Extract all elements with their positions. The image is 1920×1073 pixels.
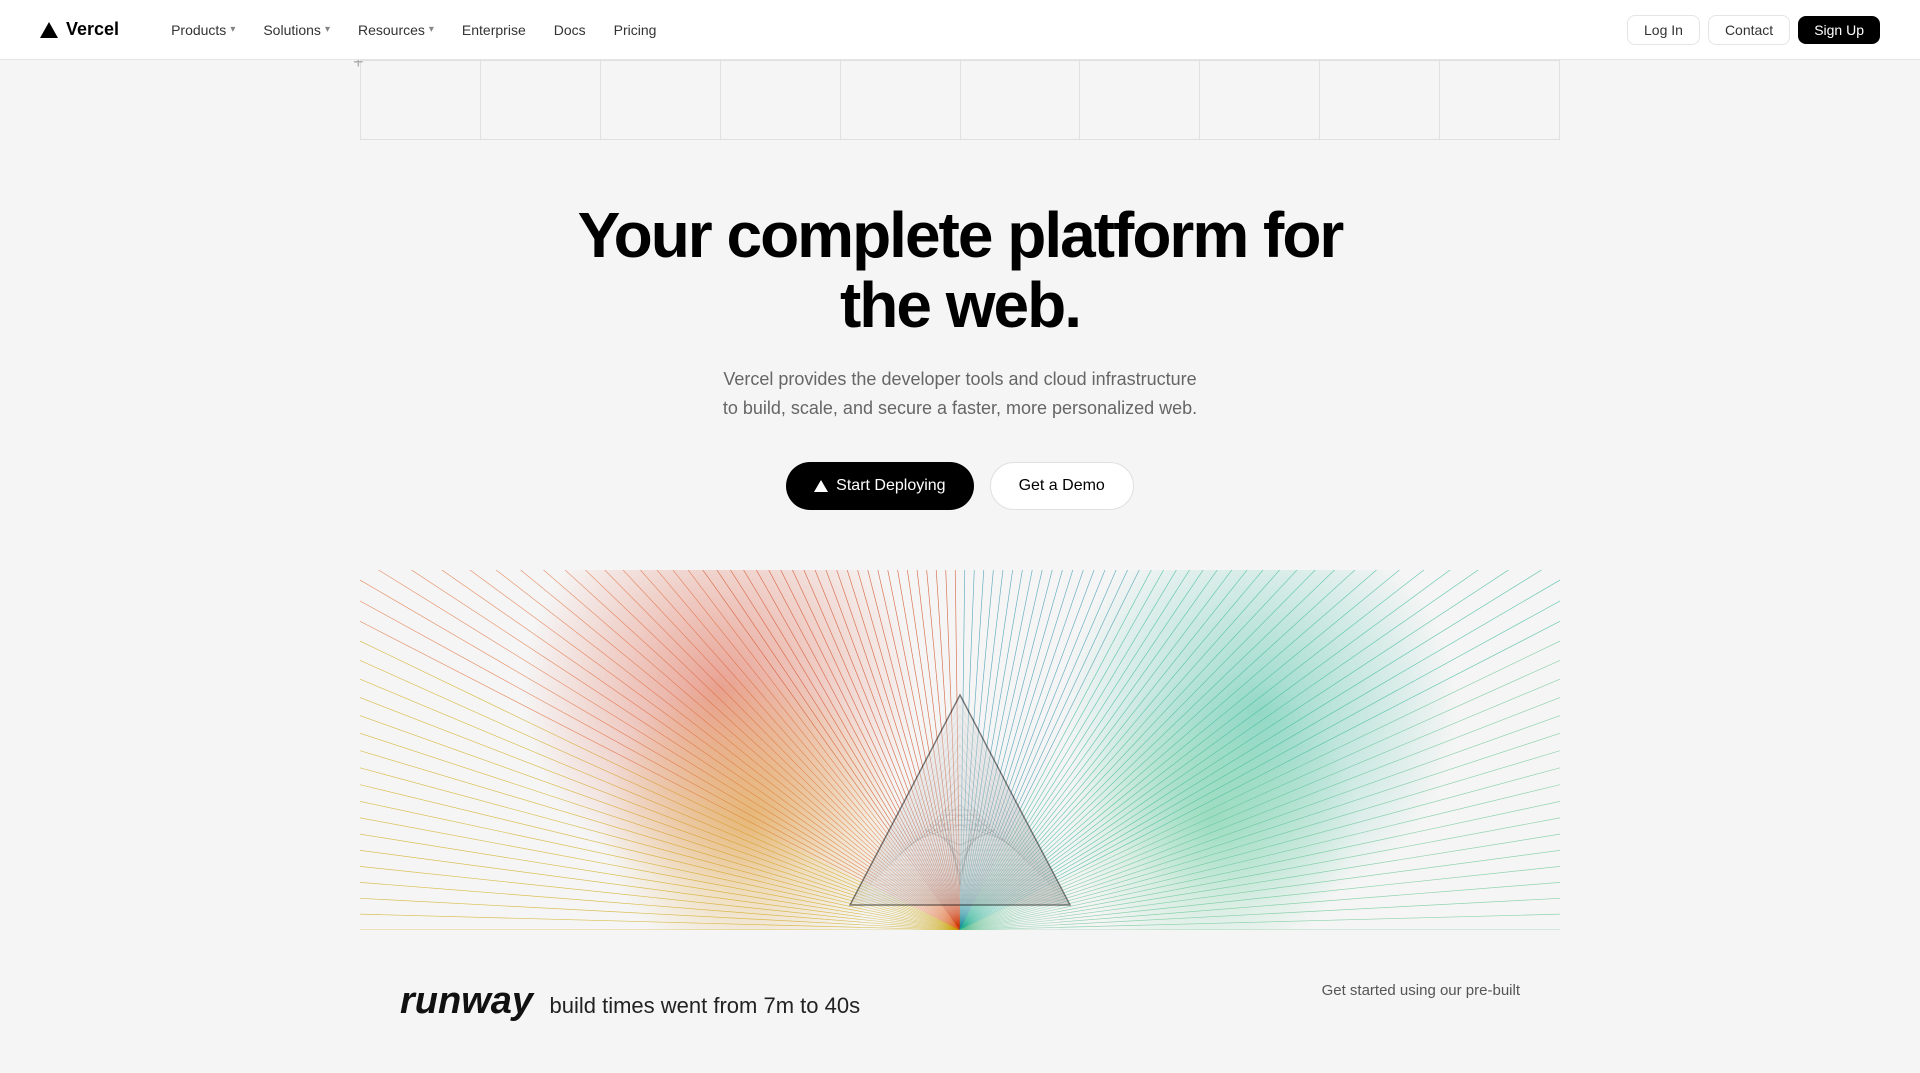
- grid-cell: [601, 61, 721, 140]
- grid-cell: [841, 61, 961, 140]
- grid-cell: [721, 61, 841, 140]
- login-button[interactable]: Log In: [1627, 15, 1700, 45]
- logo-text: Vercel: [66, 19, 119, 40]
- hero-triangle-icon: [840, 685, 1080, 930]
- chevron-down-icon: ▾: [325, 24, 330, 35]
- grid-cell: [481, 61, 601, 140]
- start-deploying-button[interactable]: Start Deploying: [786, 462, 973, 510]
- lower-right-text: Get started using our pre-built: [1322, 980, 1520, 1003]
- hero-content: Your complete platform for the web. Verc…: [540, 140, 1380, 570]
- chevron-down-icon: ▾: [230, 24, 235, 35]
- hero-subtitle: Vercel provides the developer tools and …: [710, 365, 1210, 423]
- grid-cell: [1320, 61, 1440, 140]
- nav-links: Products ▾ Solutions ▾ Resources ▾ Enter…: [159, 16, 1627, 44]
- logo[interactable]: Vercel: [40, 19, 119, 40]
- nav-item-enterprise[interactable]: Enterprise: [450, 16, 538, 44]
- main-content: + Your complete platform for the web. Ve…: [0, 0, 1920, 1073]
- get-demo-button[interactable]: Get a Demo: [990, 462, 1134, 510]
- navbar: Vercel Products ▾ Solutions ▾ Resources …: [0, 0, 1920, 60]
- grid-cell: [1080, 61, 1200, 140]
- nav-item-pricing[interactable]: Pricing: [602, 16, 669, 44]
- grid-cell: [1440, 61, 1560, 140]
- runway-quote: runway build times went from 7m to 40s: [400, 980, 860, 1023]
- grid-cell: [361, 61, 481, 140]
- nav-item-resources[interactable]: Resources ▾: [346, 16, 446, 44]
- signup-button[interactable]: Sign Up: [1798, 16, 1880, 44]
- lower-section: runway build times went from 7m to 40s G…: [0, 930, 1920, 1073]
- nav-actions: Log In Contact Sign Up: [1627, 15, 1880, 45]
- contact-button[interactable]: Contact: [1708, 15, 1790, 45]
- grid-lines: +: [360, 60, 1560, 140]
- runway-brand: runway: [400, 980, 533, 1022]
- grid-cell: [1200, 61, 1320, 140]
- build-times-text: build times went from 7m to 40s: [550, 993, 861, 1018]
- nav-item-products[interactable]: Products ▾: [159, 16, 247, 44]
- nav-item-docs[interactable]: Docs: [542, 16, 598, 44]
- cta-buttons: Start Deploying Get a Demo: [560, 462, 1360, 510]
- nav-item-solutions[interactable]: Solutions ▾: [251, 16, 342, 44]
- logo-triangle-icon: [40, 22, 58, 38]
- hero-title: Your complete platform for the web.: [560, 200, 1360, 341]
- chevron-down-icon: ▾: [429, 24, 434, 35]
- hero-visual: [360, 570, 1560, 930]
- deploy-triangle-icon: [814, 480, 828, 492]
- grid-cell: [961, 61, 1081, 140]
- hero-wrapper: + Your complete platform for the web. Ve…: [0, 60, 1920, 930]
